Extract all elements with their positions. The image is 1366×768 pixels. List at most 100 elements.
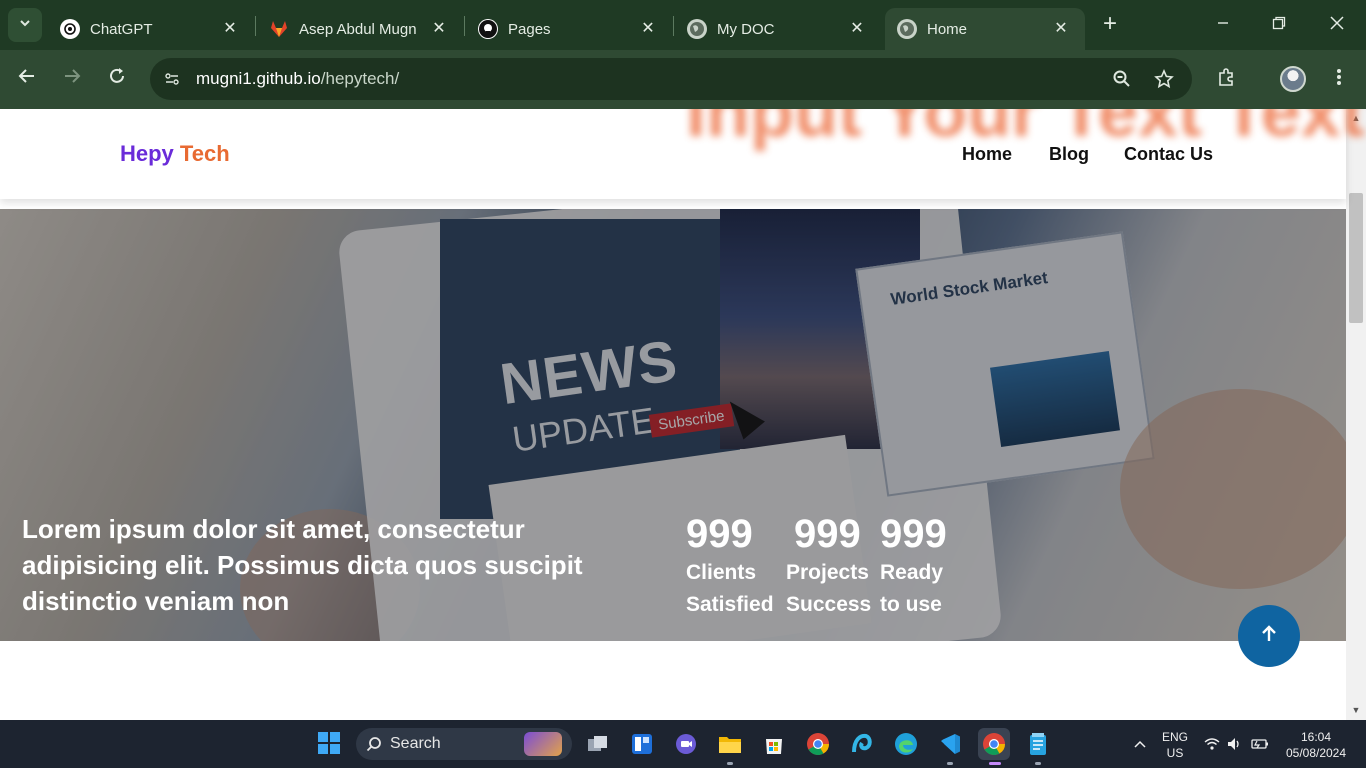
hero-section: NEWS UPDATE Subscribe World Stock Market… — [0, 209, 1346, 641]
microsoft-store-icon[interactable] — [758, 728, 790, 760]
running-indicator — [727, 762, 733, 765]
stat-projects: 999 Projects Success — [786, 511, 871, 621]
vscode-icon[interactable] — [934, 728, 966, 760]
web-page-viewport: Input Your Text Text Hepy Tech Home Blog… — [0, 109, 1366, 720]
windows-taskbar: Search ENG US 16:04 05/08/2024 — [0, 720, 1366, 768]
globe-icon — [687, 19, 707, 39]
profile-avatar[interactable] — [1280, 66, 1306, 92]
page-scrollbar[interactable]: ▲ ▼ — [1346, 109, 1366, 720]
scroll-down-arrow-icon[interactable]: ▼ — [1351, 705, 1361, 715]
tab-chatgpt[interactable]: ChatGPT ✕ — [48, 8, 254, 50]
active-indicator — [989, 762, 1001, 765]
stat-number: 999 — [880, 512, 947, 556]
close-icon[interactable]: ✕ — [1051, 18, 1071, 38]
chevron-up-icon[interactable] — [1130, 734, 1150, 754]
stat-label: Clients — [686, 561, 757, 584]
site-header: Input Your Text Text Hepy Tech Home Blog… — [0, 109, 1365, 199]
browser-menu-button[interactable] — [1322, 62, 1356, 96]
globe-icon — [897, 19, 917, 39]
clock-time: 16:04 — [1300, 730, 1332, 744]
battery-icon[interactable] — [1250, 734, 1270, 754]
stat-label: Satisfied — [686, 593, 774, 616]
reload-button[interactable] — [100, 62, 134, 96]
close-icon — [1329, 15, 1345, 36]
github-icon — [478, 19, 498, 39]
tab-pages[interactable]: Pages ✕ — [466, 8, 672, 50]
volume-icon[interactable] — [1224, 734, 1244, 754]
chrome-icon[interactable] — [802, 728, 834, 760]
stat-label: Ready — [880, 561, 944, 584]
tab-gitlab[interactable]: Asep Abdul Mugn ✕ — [257, 8, 463, 50]
nav-contact[interactable]: Contac Us — [1124, 144, 1213, 165]
stat-clients: 999 Clients Satisfied — [686, 511, 774, 621]
close-window-button[interactable] — [1322, 10, 1352, 40]
logo-part-tech: Tech — [179, 141, 230, 166]
new-tab-button[interactable]: + — [1097, 12, 1123, 38]
arrow-right-icon — [63, 67, 81, 91]
browser-tab-strip: ChatGPT ✕ Asep Abdul Mugn ✕ Pages ✕ My D… — [0, 0, 1366, 50]
hero-description: Lorem ipsum dolor sit amet, consectetur … — [22, 514, 583, 616]
tab-separator — [255, 16, 256, 36]
tab-title: Pages — [508, 20, 551, 38]
app-icon[interactable] — [846, 728, 878, 760]
close-icon[interactable]: ✕ — [429, 18, 449, 38]
site-logo[interactable]: Hepy Tech — [120, 141, 230, 167]
stat-number: 999 — [794, 512, 861, 556]
tab-title: Home — [927, 20, 968, 38]
scroll-to-top-button[interactable] — [1238, 605, 1300, 667]
nav-home[interactable]: Home — [962, 144, 1012, 165]
address-bar[interactable]: mugni1.github.io/hepytech/ — [150, 58, 1192, 100]
close-icon[interactable]: ✕ — [220, 18, 240, 38]
language-indicator[interactable]: ENG US — [1160, 729, 1190, 761]
minimize-icon — [1217, 16, 1229, 34]
site-info-icon[interactable] — [158, 65, 186, 93]
puzzle-icon — [1217, 67, 1237, 92]
running-indicator — [1035, 762, 1041, 765]
search-icon — [366, 736, 382, 752]
nav-blog[interactable]: Blog — [1049, 144, 1089, 165]
arrow-left-icon — [18, 67, 36, 91]
more-vertical-icon — [1336, 68, 1342, 91]
tab-search-button[interactable] — [8, 8, 42, 42]
windows-start-button[interactable] — [313, 728, 345, 760]
wifi-icon[interactable] — [1202, 734, 1222, 754]
tab-title: My DOC — [717, 20, 775, 38]
task-view-icon[interactable] — [582, 728, 614, 760]
running-indicator — [947, 762, 953, 765]
close-icon[interactable]: ✕ — [638, 18, 658, 38]
extensions-button[interactable] — [1210, 62, 1244, 96]
close-icon[interactable]: ✕ — [847, 18, 867, 38]
url-path: /hepytech/ — [320, 69, 400, 88]
forward-button[interactable] — [55, 62, 89, 96]
tab-separator — [464, 16, 465, 36]
tab-my-doc[interactable]: My DOC ✕ — [675, 8, 881, 50]
browser-toolbar: mugni1.github.io/hepytech/ — [0, 50, 1366, 109]
url-domain: mugni1.github.io — [196, 69, 321, 88]
gitlab-icon — [269, 19, 289, 39]
bookmark-star-icon[interactable] — [1152, 67, 1176, 91]
meet-icon[interactable] — [670, 728, 702, 760]
notepad-icon[interactable] — [1022, 728, 1054, 760]
edge-icon[interactable] — [890, 728, 922, 760]
chrome-active-icon[interactable] — [978, 728, 1010, 760]
file-explorer-icon[interactable] — [714, 728, 746, 760]
clock[interactable]: 16:04 05/08/2024 — [1280, 729, 1352, 761]
stat-ready: 999 Ready to use — [880, 511, 947, 621]
tab-home[interactable]: Home ✕ — [885, 8, 1085, 50]
widgets-icon[interactable] — [626, 728, 658, 760]
stat-label: to use — [880, 593, 942, 616]
minimize-button[interactable] — [1208, 10, 1238, 40]
scrollbar-thumb[interactable] — [1349, 193, 1363, 323]
stat-label: Projects — [786, 561, 869, 584]
windows-logo-icon — [317, 731, 341, 758]
restore-button[interactable] — [1264, 10, 1294, 40]
search-highlight-image — [524, 732, 562, 756]
zoom-icon[interactable] — [1110, 67, 1134, 91]
url-text: mugni1.github.io/hepytech/ — [196, 69, 399, 89]
back-button[interactable] — [10, 62, 44, 96]
blurred-banner-text: Input Your Text Text — [686, 109, 1365, 152]
language-code: ENG — [1161, 730, 1188, 744]
chevron-down-icon — [18, 16, 32, 35]
clock-date: 05/08/2024 — [1285, 746, 1347, 760]
taskbar-search[interactable]: Search — [356, 728, 572, 760]
